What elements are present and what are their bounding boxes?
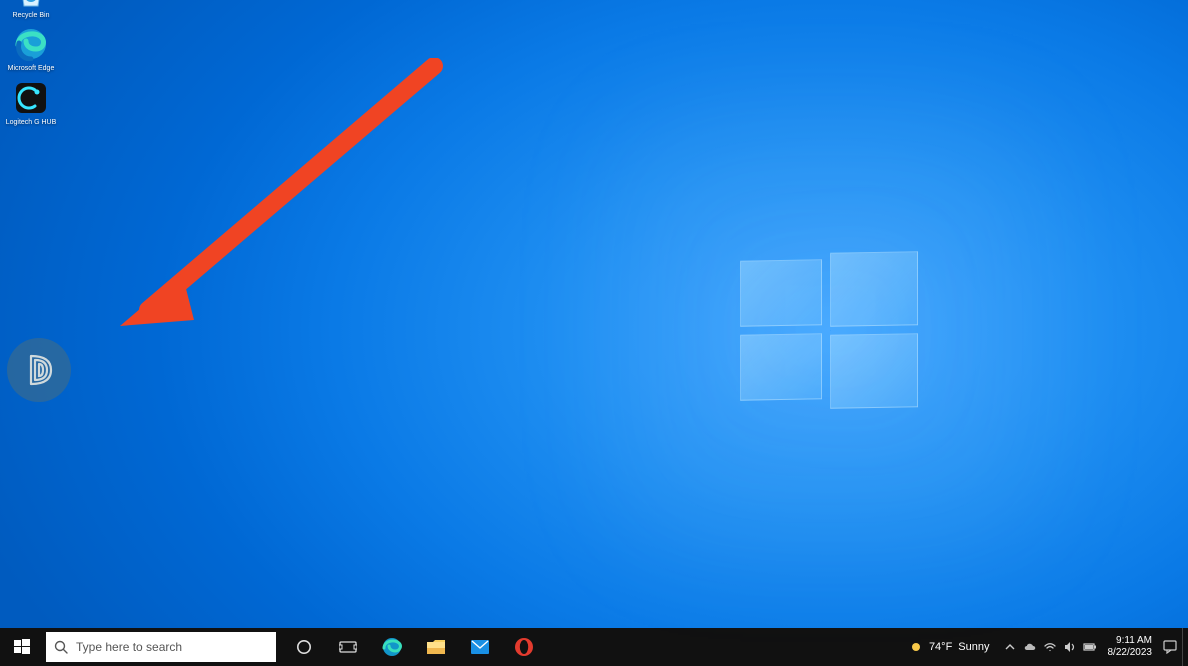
taskbar-app-file-explorer[interactable] bbox=[414, 628, 458, 666]
cortana-icon bbox=[296, 639, 312, 655]
logitech-icon bbox=[12, 79, 50, 117]
sun-icon bbox=[909, 640, 923, 654]
desktop-icon-label: Microsoft Edge bbox=[4, 65, 58, 72]
desktop[interactable]: Recycle Bin Microsoft Edge Logitech G bbox=[0, 0, 1188, 666]
opera-icon bbox=[514, 637, 534, 657]
tray-battery[interactable] bbox=[1080, 628, 1100, 666]
desktop-icon-recycle-bin[interactable]: Recycle Bin bbox=[4, 0, 58, 19]
system-tray: 74°F Sunny 9:11 AM 8/22/2023 bbox=[899, 628, 1188, 666]
windows-icon bbox=[14, 639, 30, 655]
speaker-icon bbox=[1064, 641, 1076, 653]
task-view-button[interactable] bbox=[326, 628, 370, 666]
tray-network[interactable] bbox=[1040, 628, 1060, 666]
cortana-button[interactable] bbox=[282, 628, 326, 666]
cloud-icon bbox=[1023, 642, 1037, 652]
windows-logo-wallpaper bbox=[740, 252, 918, 404]
desktop-icon-label: Logitech G HUB bbox=[4, 119, 58, 126]
tray-onedrive[interactable] bbox=[1020, 628, 1040, 666]
chevron-up-icon bbox=[1005, 642, 1015, 652]
mail-icon bbox=[470, 639, 490, 655]
floating-widget[interactable] bbox=[7, 338, 71, 402]
weather-widget[interactable]: 74°F Sunny bbox=[899, 640, 1000, 654]
fingerprint-d-icon bbox=[17, 348, 61, 392]
clock-time: 9:11 AM bbox=[1108, 635, 1153, 647]
tray-overflow[interactable] bbox=[1000, 628, 1020, 666]
desktop-icon-label: Recycle Bin bbox=[4, 12, 58, 19]
tray-volume[interactable] bbox=[1060, 628, 1080, 666]
desktop-icon-logitech[interactable]: Logitech G HUB bbox=[4, 79, 58, 126]
search-icon bbox=[54, 640, 68, 654]
start-button[interactable] bbox=[0, 628, 44, 666]
clock-date: 8/22/2023 bbox=[1108, 647, 1153, 659]
weather-temp: 74°F bbox=[929, 641, 952, 653]
edge-icon bbox=[12, 25, 50, 63]
desktop-icon-edge[interactable]: Microsoft Edge bbox=[4, 25, 58, 72]
desktop-icons: Recycle Bin Microsoft Edge Logitech G bbox=[4, 0, 64, 132]
clock[interactable]: 9:11 AM 8/22/2023 bbox=[1100, 635, 1159, 659]
search-placeholder: Type here to search bbox=[76, 640, 182, 654]
folder-icon bbox=[426, 638, 446, 656]
edge-icon bbox=[381, 636, 403, 658]
recycle-bin-icon bbox=[12, 0, 50, 10]
taskbar-app-edge[interactable] bbox=[370, 628, 414, 666]
battery-icon bbox=[1083, 642, 1097, 652]
taskbar-app-mail[interactable] bbox=[458, 628, 502, 666]
action-center-button[interactable] bbox=[1162, 628, 1178, 666]
taskbar: Type here to search bbox=[0, 628, 1188, 666]
show-desktop-button[interactable] bbox=[1182, 628, 1188, 666]
task-view-icon bbox=[339, 640, 357, 654]
taskbar-app-opera[interactable] bbox=[502, 628, 546, 666]
search-box[interactable]: Type here to search bbox=[46, 632, 276, 662]
wifi-icon bbox=[1044, 641, 1056, 653]
notification-icon bbox=[1163, 640, 1177, 654]
annotation-arrow bbox=[112, 58, 452, 348]
weather-condition: Sunny bbox=[958, 641, 989, 653]
